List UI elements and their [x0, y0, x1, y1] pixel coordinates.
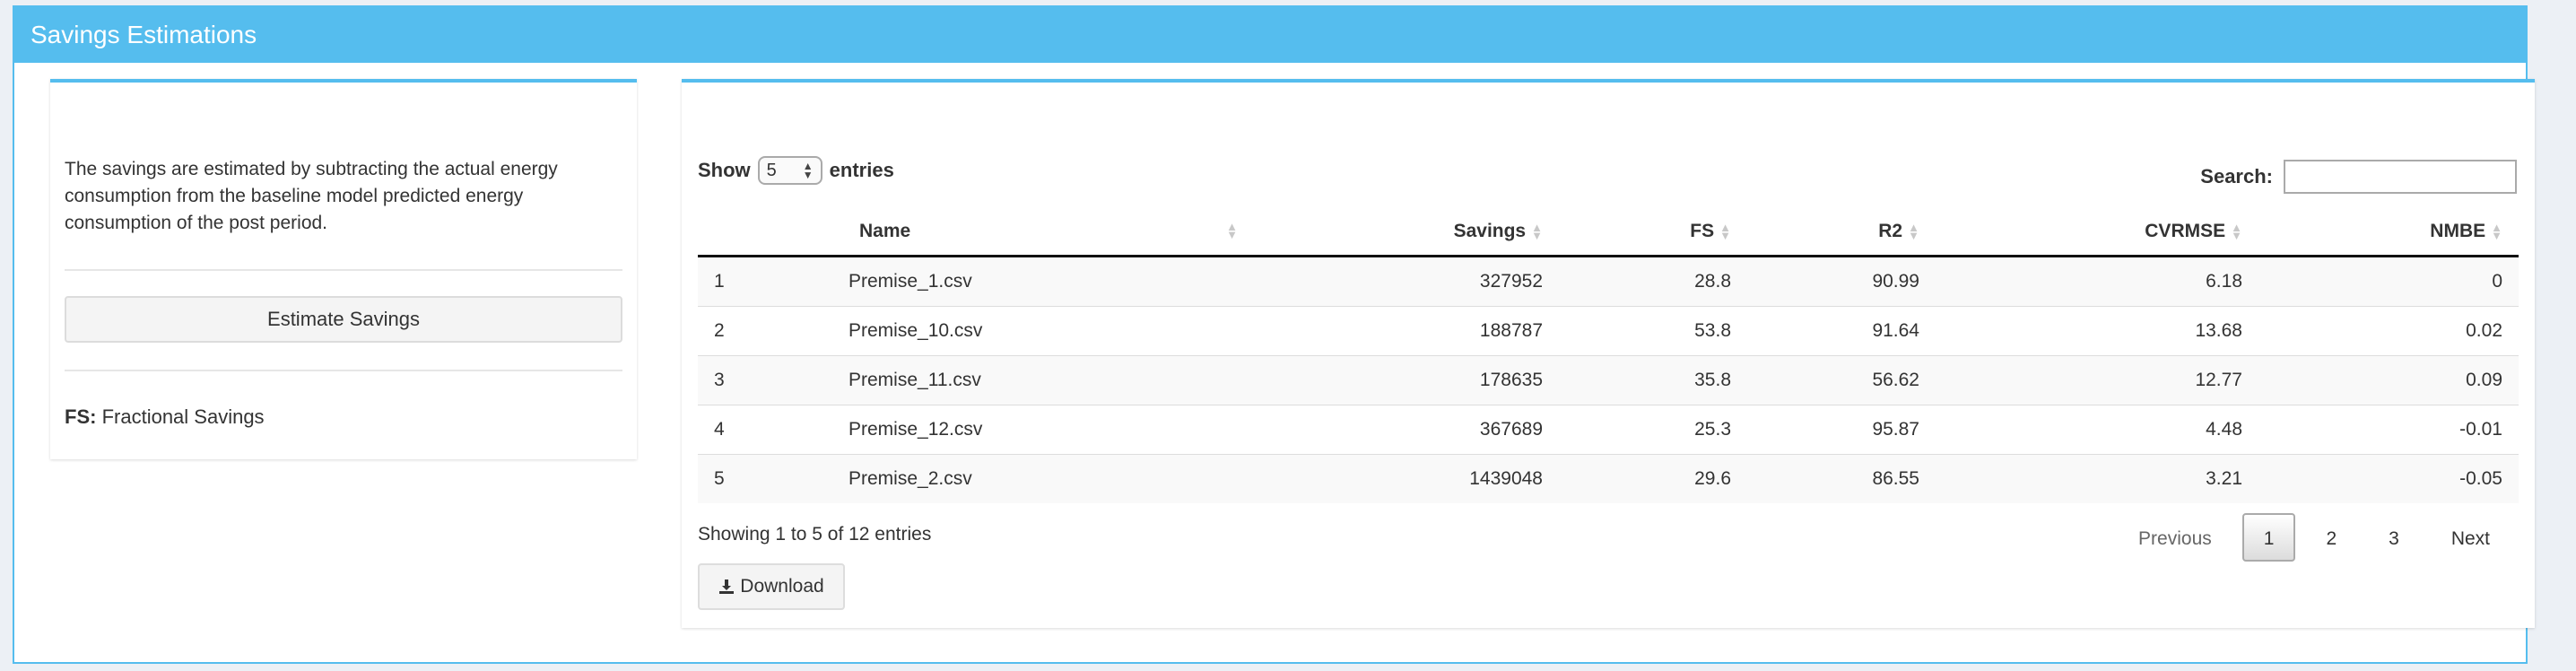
savings-table: Name ▲ ▼ Savings ▲ ▼ FS ▲ ▼ R2 ▲ ▼ CVRMSE ▲ ▼	[698, 208, 2519, 503]
cell-fs: 28.8	[1559, 256, 1747, 307]
cell-index: 3	[698, 355, 832, 405]
table-row[interactable]: 1 Premise_1.csv 327952 28.8 90.99 6.18 0	[698, 256, 2519, 307]
table-info: Showing 1 to 5 of 12 entries	[698, 524, 932, 545]
table-row[interactable]: 5 Premise_2.csv 1439048 29.6 86.55 3.21 …	[698, 454, 2519, 503]
sort-icon: ▲ ▼	[1226, 220, 1238, 241]
column-header-nmbe[interactable]: NMBE ▲ ▼	[2258, 208, 2519, 257]
cell-fs: 35.8	[1559, 355, 1747, 405]
cell-nmbe: -0.05	[2258, 454, 2519, 503]
page-3-button[interactable]: 3	[2367, 513, 2421, 562]
cell-r2: 91.64	[1747, 306, 1936, 356]
table-row[interactable]: 2 Premise_10.csv 188787 53.8 91.64 13.68…	[698, 306, 2519, 356]
cell-name: Premise_11.csv	[832, 355, 1245, 405]
page-length-select[interactable]: 5 ▲ ▼	[757, 156, 822, 185]
cell-index: 4	[698, 405, 832, 455]
column-header-r2[interactable]: R2 ▲ ▼	[1747, 208, 1936, 257]
divider	[65, 370, 622, 371]
cell-cvrmse: 13.68	[1936, 306, 2258, 356]
select-arrows-icon: ▲ ▼	[802, 160, 814, 181]
sort-icon: ▲ ▼	[1719, 221, 1731, 243]
cell-savings: 327952	[1245, 256, 1559, 307]
cell-nmbe: 0	[2258, 256, 2519, 307]
page-2-button[interactable]: 2	[2304, 513, 2358, 562]
column-header-savings[interactable]: Savings ▲ ▼	[1245, 208, 1559, 257]
sort-icon: ▲ ▼	[1531, 221, 1543, 243]
column-header-fs[interactable]: FS ▲ ▼	[1559, 208, 1747, 257]
pagination: Previous 1 2 3 Next	[2117, 513, 2511, 562]
cell-fs: 25.3	[1559, 405, 1747, 455]
divider	[65, 269, 622, 271]
column-header-index[interactable]	[698, 208, 832, 257]
sidebar-panel: The savings are estimated by subtracting…	[50, 79, 637, 459]
cell-r2: 95.87	[1747, 405, 1936, 455]
cell-nmbe: 0.09	[2258, 355, 2519, 405]
cell-name: Premise_10.csv	[832, 306, 1245, 356]
table-header-row: Name ▲ ▼ Savings ▲ ▼ FS ▲ ▼ R2 ▲ ▼ CVRMSE ▲ ▼	[698, 208, 2519, 257]
savings-description: The savings are estimated by subtracting…	[65, 159, 558, 233]
cell-nmbe: -0.01	[2258, 405, 2519, 455]
sort-icon: ▲ ▼	[1908, 221, 1919, 243]
savings-box: Savings Estimations The savings are esti…	[13, 5, 2535, 664]
table-row[interactable]: 3 Premise_11.csv 178635 35.8 56.62 12.77…	[698, 355, 2519, 405]
entries-label: entries	[829, 159, 894, 181]
cell-index: 2	[698, 306, 832, 356]
cell-index: 1	[698, 256, 832, 307]
fs-legend-value: Fractional Savings	[101, 405, 265, 428]
page-length-control: Show 5 ▲ ▼ entries	[698, 156, 894, 185]
page-1-button[interactable]: 1	[2241, 513, 2296, 562]
cell-index: 5	[698, 454, 832, 503]
cell-savings: 188787	[1245, 306, 1559, 356]
fs-legend: FS: Fractional Savings	[65, 405, 265, 429]
next-page-button[interactable]: Next	[2430, 513, 2511, 562]
cell-fs: 53.8	[1559, 306, 1747, 356]
table-row[interactable]: 4 Premise_12.csv 367689 25.3 95.87 4.48 …	[698, 405, 2519, 455]
cell-name: Premise_2.csv	[832, 454, 1245, 503]
cell-cvrmse: 4.48	[1936, 405, 2258, 455]
cell-cvrmse: 12.77	[1936, 355, 2258, 405]
previous-page-button[interactable]: Previous	[2117, 513, 2233, 562]
search-control: Search:	[2200, 160, 2517, 194]
cell-savings: 1439048	[1245, 454, 1559, 503]
show-label: Show	[698, 159, 751, 181]
search-label: Search:	[2200, 165, 2273, 187]
fs-legend-key: FS:	[65, 405, 97, 428]
download-button[interactable]: Download	[698, 563, 845, 610]
sort-icon: ▲ ▼	[2491, 221, 2502, 243]
cell-r2: 56.62	[1747, 355, 1936, 405]
column-header-name[interactable]: Name ▲ ▼	[832, 208, 1245, 257]
cell-savings: 178635	[1245, 355, 1559, 405]
sort-icon: ▲ ▼	[2231, 221, 2242, 243]
cell-nmbe: 0.02	[2258, 306, 2519, 356]
cell-savings: 367689	[1245, 405, 1559, 455]
cell-cvrmse: 3.21	[1936, 454, 2258, 503]
download-icon	[719, 580, 735, 594]
estimate-savings-button[interactable]: Estimate Savings	[65, 296, 622, 343]
cell-name: Premise_12.csv	[832, 405, 1245, 455]
download-label: Download	[740, 576, 824, 597]
column-header-cvrmse[interactable]: CVRMSE ▲ ▼	[1936, 208, 2258, 257]
search-input[interactable]	[2284, 160, 2517, 194]
results-panel: Show 5 ▲ ▼ entries Search: Name ▲ ▼ Savi…	[682, 79, 2535, 628]
cell-cvrmse: 6.18	[1936, 256, 2258, 307]
cell-name: Premise_1.csv	[832, 256, 1245, 307]
page-length-value: 5	[766, 160, 777, 180]
cell-fs: 29.6	[1559, 454, 1747, 503]
box-title: Savings Estimations	[14, 7, 2526, 63]
cell-r2: 90.99	[1747, 256, 1936, 307]
cell-r2: 86.55	[1747, 454, 1936, 503]
